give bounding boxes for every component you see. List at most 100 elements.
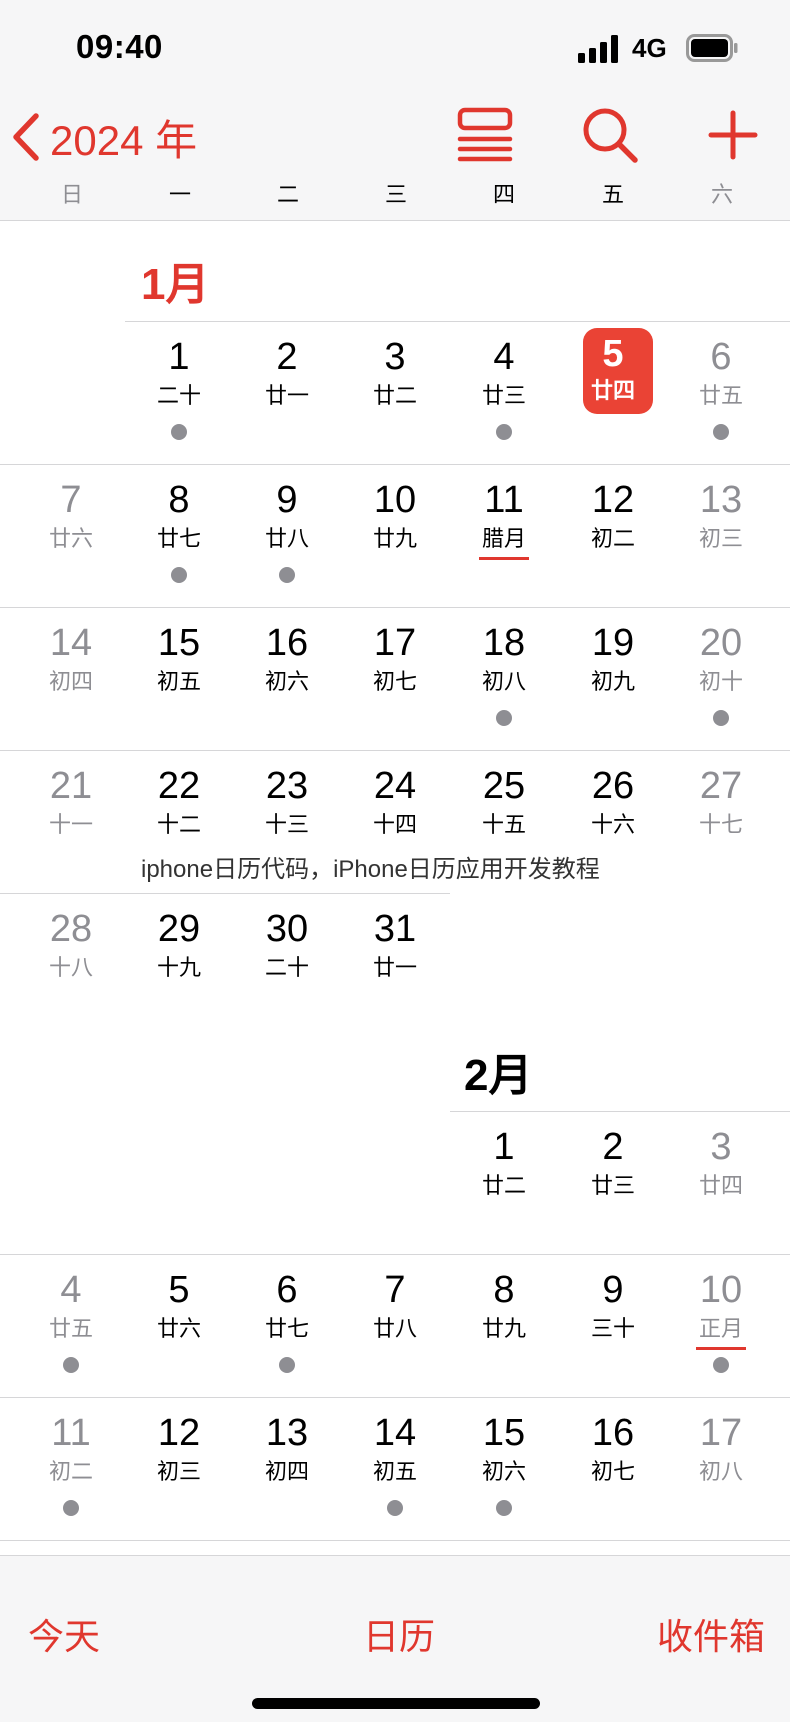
lunar-month-start-marker bbox=[696, 1347, 746, 1350]
day-number: 17 bbox=[373, 622, 417, 664]
lunar-date: 廿二 bbox=[372, 383, 417, 408]
home-indicator bbox=[252, 1698, 540, 1709]
day-cell[interactable]: 2 廿一 bbox=[233, 322, 341, 465]
lunar-date: 廿六 bbox=[48, 526, 93, 551]
today-button[interactable]: 今天 bbox=[28, 1608, 100, 1660]
lunar-date: 初七 bbox=[590, 1459, 635, 1484]
lunar-date: 正月 bbox=[698, 1316, 743, 1341]
day-number: 25 bbox=[482, 765, 526, 807]
day-cell[interactable]: 3 廿四 bbox=[667, 1112, 775, 1255]
day-number: 24 bbox=[373, 765, 417, 807]
day-cell[interactable]: 13 初四 bbox=[233, 1398, 341, 1541]
day-cell[interactable]: 9 三十 bbox=[559, 1255, 667, 1398]
day-cell[interactable]: 16 初七 bbox=[559, 1398, 667, 1541]
day-number: 14 bbox=[49, 622, 93, 664]
day-cell[interactable]: 10 正月 bbox=[667, 1255, 775, 1398]
day-number: 31 bbox=[373, 908, 417, 950]
day-cell[interactable]: 8 廿九 bbox=[450, 1255, 558, 1398]
day-number: 5 bbox=[168, 1269, 190, 1311]
day-cell[interactable]: 29 十九 bbox=[125, 894, 233, 1037]
lunar-date: 初七 bbox=[372, 669, 417, 694]
day-number: 7 bbox=[384, 1269, 406, 1311]
event-indicator-dot bbox=[713, 424, 729, 440]
day-cell[interactable]: 27 十七 bbox=[667, 751, 775, 894]
day-cell[interactable]: 19 初九 bbox=[559, 608, 667, 751]
lunar-date: 三十 bbox=[590, 1316, 635, 1341]
lunar-date: 廿四 bbox=[590, 378, 635, 403]
day-cell[interactable]: 2 廿三 bbox=[559, 1112, 667, 1255]
day-cell[interactable]: 16 初六 bbox=[233, 608, 341, 751]
event-indicator-dot bbox=[713, 1357, 729, 1373]
event-indicator-dot bbox=[496, 1500, 512, 1516]
day-number: 3 bbox=[384, 336, 406, 378]
day-cell[interactable]: 14 初四 bbox=[17, 608, 125, 751]
lunar-date: 廿一 bbox=[264, 383, 309, 408]
calendars-button[interactable]: 日历 bbox=[363, 1608, 435, 1660]
day-cell[interactable]: 12 初二 bbox=[559, 465, 667, 608]
day-number: 19 bbox=[591, 622, 635, 664]
day-cell[interactable]: 18 初八 bbox=[450, 608, 558, 751]
day-cell[interactable]: 15 初六 bbox=[450, 1398, 558, 1541]
day-number: 20 bbox=[699, 622, 743, 664]
lunar-date: 初二 bbox=[590, 526, 635, 551]
day-number: 4 bbox=[60, 1269, 82, 1311]
day-cell[interactable]: 5 廿六 bbox=[125, 1255, 233, 1398]
day-cell[interactable]: 8 廿七 bbox=[125, 465, 233, 608]
day-cell[interactable]: 20 初十 bbox=[667, 608, 775, 751]
day-cell[interactable]: 9 廿八 bbox=[233, 465, 341, 608]
event-indicator-dot bbox=[496, 710, 512, 726]
lunar-date: 廿五 bbox=[48, 1316, 93, 1341]
day-cell[interactable]: 21 十一 bbox=[17, 751, 125, 894]
day-number: 16 bbox=[265, 622, 309, 664]
lunar-date: 廿八 bbox=[264, 526, 309, 551]
day-cell[interactable]: 10 廿九 bbox=[341, 465, 449, 608]
day-cell[interactable]: 11 初二 bbox=[17, 1398, 125, 1541]
day-cell[interactable]: 6 廿五 bbox=[667, 322, 775, 465]
day-cell[interactable]: 17 初八 bbox=[667, 1398, 775, 1541]
day-number: 6 bbox=[276, 1269, 298, 1311]
day-cell[interactable]: 4 廿三 bbox=[450, 322, 558, 465]
lunar-date: 腊月 bbox=[481, 526, 526, 551]
lunar-date: 廿三 bbox=[481, 383, 526, 408]
day-cell[interactable]: 28 十八 bbox=[17, 894, 125, 1037]
day-cell[interactable]: 30 二十 bbox=[233, 894, 341, 1037]
day-number: 22 bbox=[157, 765, 201, 807]
event-indicator-dot bbox=[171, 567, 187, 583]
day-cell[interactable]: 4 廿五 bbox=[17, 1255, 125, 1398]
day-cell[interactable]: 31 廿一 bbox=[341, 894, 449, 1037]
day-cell[interactable]: 1 廿二 bbox=[450, 1112, 558, 1255]
day-cell[interactable]: 5 廿四 bbox=[559, 322, 667, 465]
day-cell[interactable]: 15 初五 bbox=[125, 608, 233, 751]
day-cell[interactable]: 6 廿七 bbox=[233, 1255, 341, 1398]
day-cell[interactable]: 17 初七 bbox=[341, 608, 449, 751]
day-cell[interactable]: 1 二十 bbox=[125, 322, 233, 465]
day-cell[interactable]: 12 初三 bbox=[125, 1398, 233, 1541]
lunar-date: 初三 bbox=[698, 526, 743, 551]
day-number: 11 bbox=[51, 1412, 91, 1454]
caption-overlay: iphone日历代码，iPhone日历应用开发教程 bbox=[141, 856, 600, 883]
day-cell[interactable]: 3 廿二 bbox=[341, 322, 449, 465]
day-number: 16 bbox=[591, 1412, 635, 1454]
lunar-date: 廿二 bbox=[481, 1173, 526, 1198]
day-number: 2 bbox=[602, 1126, 624, 1168]
event-indicator-dot bbox=[279, 567, 295, 583]
event-indicator-dot bbox=[279, 1357, 295, 1373]
lunar-date: 十九 bbox=[156, 955, 201, 980]
bottom-toolbar: 今天 日历 收件箱 bbox=[0, 1555, 790, 1722]
day-number: 23 bbox=[265, 765, 309, 807]
lunar-date: 初六 bbox=[481, 1459, 526, 1484]
lunar-date: 初八 bbox=[481, 669, 526, 694]
day-number: 11 bbox=[484, 479, 524, 521]
day-cell[interactable]: 7 廿六 bbox=[17, 465, 125, 608]
day-number: 14 bbox=[373, 1412, 417, 1454]
day-cell[interactable]: 13 初三 bbox=[667, 465, 775, 608]
day-number: 12 bbox=[591, 479, 635, 521]
day-cell[interactable]: 11 腊月 bbox=[450, 465, 558, 608]
day-number: 1 bbox=[168, 336, 190, 378]
day-cell[interactable]: 14 初五 bbox=[341, 1398, 449, 1541]
day-cell[interactable]: 7 廿八 bbox=[341, 1255, 449, 1398]
lunar-date: 初八 bbox=[698, 1459, 743, 1484]
lunar-date: 初二 bbox=[48, 1459, 93, 1484]
lunar-date: 十一 bbox=[48, 812, 93, 837]
inbox-button[interactable]: 收件箱 bbox=[657, 1608, 765, 1660]
